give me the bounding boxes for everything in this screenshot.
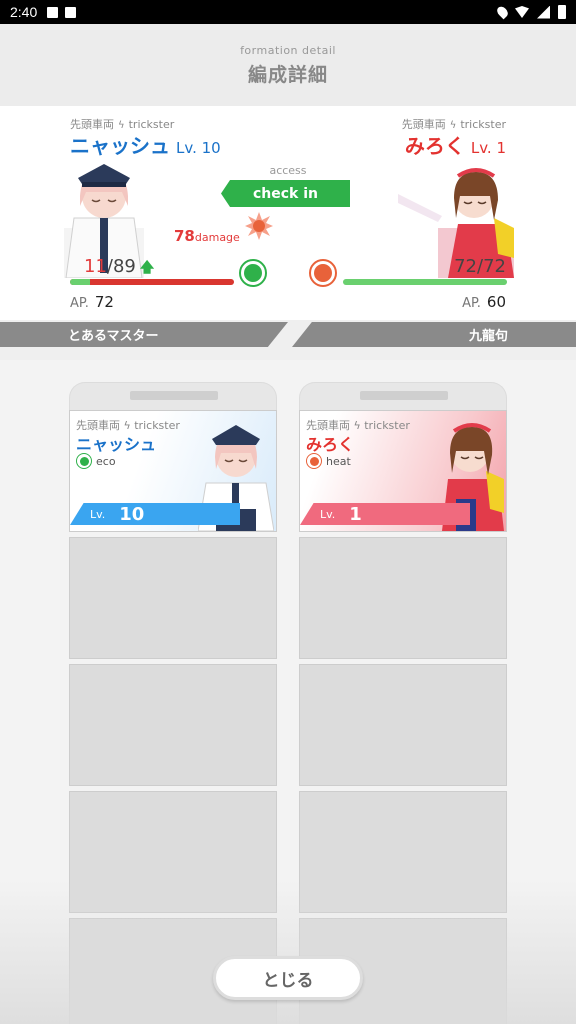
phone-frame-top [299,382,507,410]
left-hp: 11/89 🡅 [84,256,154,281]
hp-up-arrow-icon: 🡅 [139,260,155,276]
right-hp-bar [343,279,507,285]
photo-notification-icon [47,6,59,18]
phone-grip [360,391,448,400]
right-hp-max: 72 [483,256,506,277]
right-ap-label: AP. [462,296,481,311]
left-hp-bar [70,279,234,285]
right-name-text: みろく [404,134,465,158]
empty-slot[interactable] [299,664,507,786]
right-card-lv-value: 1 [349,503,362,525]
eco-element-icon [239,259,267,287]
left-level: Lv. 10 [176,139,221,157]
left-unit-card[interactable]: 先頭車両 ϟ trickster ニャッシュ eco Lv. 10 [69,410,277,532]
right-card-element-label: heat [326,454,351,468]
left-card-lv-label: Lv. [90,507,106,521]
left-hp-current: 11 [84,256,107,277]
close-button[interactable]: とじる [213,956,363,1000]
left-hp-fill [70,279,234,285]
right-level: Lv. 1 [470,139,506,157]
page-header: formation detail 編成詳細 [0,24,576,106]
heat-burst-icon [245,212,273,240]
right-player-name: 九龍句 [292,322,576,347]
left-name-text: ニャッシュ [70,134,170,158]
left-card-level: Lv. 10 [70,503,240,525]
eco-icon [76,453,92,469]
left-ap-label: AP. [70,296,89,311]
phone-frame-top [69,382,277,410]
right-ap-value: 60 [486,293,506,311]
empty-slot[interactable] [299,537,507,659]
app-notification-icon [65,6,77,18]
left-player-name: とあるマスター [0,322,288,347]
left-ap-value: 72 [94,293,114,311]
right-hp-current: 72 [454,256,478,277]
page-subtitle: formation detail [240,44,336,57]
empty-slot[interactable] [69,664,277,786]
left-hp-max: 89 [112,256,136,277]
damage-text: 78damage [174,227,240,245]
check-in-button[interactable]: check in [221,180,350,207]
right-card-name: みろく [306,435,355,454]
right-hp: 72/72 [454,256,506,277]
battery-icon [558,5,566,19]
left-card-element-label: eco [96,454,116,468]
status-time: 2:40 [10,4,38,20]
left-heal-fill [70,279,90,285]
wifi-icon [515,6,529,18]
page-title: 編成詳細 [247,64,328,86]
bottom-fade [0,880,576,1024]
left-card-element: eco [76,453,116,469]
right-card-element: heat [306,453,351,469]
phone-grip [130,391,218,400]
right-ap: AP. 60 [462,293,506,311]
heat-icon [306,453,322,469]
empty-slot[interactable] [69,537,277,659]
right-unit-name: みろく Lv. 1 [405,130,506,159]
right-card-lv-label: Lv. [320,507,336,521]
status-bar: 2:40 [0,0,576,24]
right-hp-fill [343,279,507,285]
damage-value: 78 [174,227,195,245]
left-unit-name: ニャッシュ Lv. 10 [70,130,221,159]
signal-icon [537,5,550,19]
right-card-level: Lv. 1 [300,503,470,525]
battle-panel: 先頭車両 ϟ trickster ニャッシュ Lv. 10 先頭車両 ϟ trickste… [0,106,576,320]
left-ap: AP. 72 [70,293,114,311]
heat-element-icon [309,259,337,287]
right-unit-card[interactable]: 先頭車両 ϟ trickster みろく heat Lv. 1 [299,410,507,532]
damage-unit: damage [194,231,240,244]
left-card-name: ニャッシュ [76,435,157,454]
left-card-lv-value: 10 [119,503,145,525]
location-icon [495,4,510,20]
